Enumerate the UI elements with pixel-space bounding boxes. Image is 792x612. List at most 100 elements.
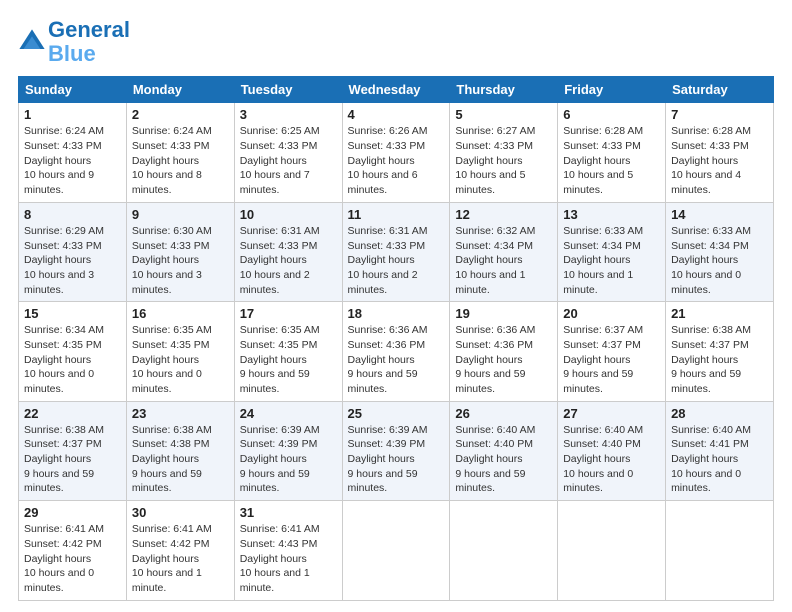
calendar-week-row: 15 Sunrise: 6:34 AM Sunset: 4:35 PM Dayl… <box>19 302 774 401</box>
day-info: Sunrise: 6:30 AM Sunset: 4:33 PM Dayligh… <box>132 224 229 297</box>
day-number: 23 <box>132 406 229 421</box>
day-number: 29 <box>24 505 121 520</box>
day-number: 12 <box>455 207 552 222</box>
calendar-day-cell: 5 Sunrise: 6:27 AM Sunset: 4:33 PM Dayli… <box>450 103 558 202</box>
day-number: 4 <box>348 107 445 122</box>
day-info: Sunrise: 6:35 AM Sunset: 4:35 PM Dayligh… <box>240 323 337 396</box>
day-number: 17 <box>240 306 337 321</box>
calendar-week-row: 29 Sunrise: 6:41 AM Sunset: 4:42 PM Dayl… <box>19 501 774 600</box>
day-number: 26 <box>455 406 552 421</box>
calendar-day-cell: 4 Sunrise: 6:26 AM Sunset: 4:33 PM Dayli… <box>342 103 450 202</box>
weekday-header-thursday: Thursday <box>450 77 558 103</box>
logo-text: GeneralBlue <box>48 18 130 66</box>
calendar-header-row: SundayMondayTuesdayWednesdayThursdayFrid… <box>19 77 774 103</box>
day-info: Sunrise: 6:40 AM Sunset: 4:40 PM Dayligh… <box>455 423 552 496</box>
header: GeneralBlue <box>18 18 774 66</box>
calendar-day-cell: 27 Sunrise: 6:40 AM Sunset: 4:40 PM Dayl… <box>558 401 666 500</box>
day-number: 30 <box>132 505 229 520</box>
calendar-day-cell: 2 Sunrise: 6:24 AM Sunset: 4:33 PM Dayli… <box>126 103 234 202</box>
calendar-day-cell: 10 Sunrise: 6:31 AM Sunset: 4:33 PM Dayl… <box>234 202 342 301</box>
calendar-day-cell: 8 Sunrise: 6:29 AM Sunset: 4:33 PM Dayli… <box>19 202 127 301</box>
day-number: 10 <box>240 207 337 222</box>
day-info: Sunrise: 6:33 AM Sunset: 4:34 PM Dayligh… <box>563 224 660 297</box>
calendar-day-cell: 24 Sunrise: 6:39 AM Sunset: 4:39 PM Dayl… <box>234 401 342 500</box>
calendar: SundayMondayTuesdayWednesdayThursdayFrid… <box>18 76 774 600</box>
day-number: 27 <box>563 406 660 421</box>
calendar-day-cell: 9 Sunrise: 6:30 AM Sunset: 4:33 PM Dayli… <box>126 202 234 301</box>
calendar-day-cell: 26 Sunrise: 6:40 AM Sunset: 4:40 PM Dayl… <box>450 401 558 500</box>
day-info: Sunrise: 6:27 AM Sunset: 4:33 PM Dayligh… <box>455 124 552 197</box>
calendar-week-row: 22 Sunrise: 6:38 AM Sunset: 4:37 PM Dayl… <box>19 401 774 500</box>
day-info: Sunrise: 6:40 AM Sunset: 4:40 PM Dayligh… <box>563 423 660 496</box>
calendar-day-cell: 21 Sunrise: 6:38 AM Sunset: 4:37 PM Dayl… <box>666 302 774 401</box>
empty-cell <box>558 501 666 600</box>
day-info: Sunrise: 6:38 AM Sunset: 4:37 PM Dayligh… <box>671 323 768 396</box>
empty-cell <box>666 501 774 600</box>
calendar-week-row: 8 Sunrise: 6:29 AM Sunset: 4:33 PM Dayli… <box>19 202 774 301</box>
calendar-day-cell: 6 Sunrise: 6:28 AM Sunset: 4:33 PM Dayli… <box>558 103 666 202</box>
day-info: Sunrise: 6:38 AM Sunset: 4:37 PM Dayligh… <box>24 423 121 496</box>
calendar-day-cell: 17 Sunrise: 6:35 AM Sunset: 4:35 PM Dayl… <box>234 302 342 401</box>
calendar-day-cell: 19 Sunrise: 6:36 AM Sunset: 4:36 PM Dayl… <box>450 302 558 401</box>
day-number: 6 <box>563 107 660 122</box>
day-info: Sunrise: 6:41 AM Sunset: 4:42 PM Dayligh… <box>132 522 229 595</box>
day-number: 21 <box>671 306 768 321</box>
calendar-day-cell: 25 Sunrise: 6:39 AM Sunset: 4:39 PM Dayl… <box>342 401 450 500</box>
day-info: Sunrise: 6:28 AM Sunset: 4:33 PM Dayligh… <box>563 124 660 197</box>
day-info: Sunrise: 6:41 AM Sunset: 4:43 PM Dayligh… <box>240 522 337 595</box>
day-info: Sunrise: 6:31 AM Sunset: 4:33 PM Dayligh… <box>240 224 337 297</box>
calendar-week-row: 1 Sunrise: 6:24 AM Sunset: 4:33 PM Dayli… <box>19 103 774 202</box>
calendar-day-cell: 22 Sunrise: 6:38 AM Sunset: 4:37 PM Dayl… <box>19 401 127 500</box>
day-number: 15 <box>24 306 121 321</box>
weekday-header-monday: Monday <box>126 77 234 103</box>
day-number: 20 <box>563 306 660 321</box>
calendar-day-cell: 14 Sunrise: 6:33 AM Sunset: 4:34 PM Dayl… <box>666 202 774 301</box>
day-number: 31 <box>240 505 337 520</box>
day-number: 3 <box>240 107 337 122</box>
day-number: 9 <box>132 207 229 222</box>
calendar-day-cell: 30 Sunrise: 6:41 AM Sunset: 4:42 PM Dayl… <box>126 501 234 600</box>
day-info: Sunrise: 6:39 AM Sunset: 4:39 PM Dayligh… <box>240 423 337 496</box>
logo: GeneralBlue <box>18 18 130 66</box>
day-info: Sunrise: 6:28 AM Sunset: 4:33 PM Dayligh… <box>671 124 768 197</box>
day-info: Sunrise: 6:39 AM Sunset: 4:39 PM Dayligh… <box>348 423 445 496</box>
calendar-day-cell: 20 Sunrise: 6:37 AM Sunset: 4:37 PM Dayl… <box>558 302 666 401</box>
page: GeneralBlue SundayMondayTuesdayWednesday… <box>0 0 792 612</box>
day-info: Sunrise: 6:38 AM Sunset: 4:38 PM Dayligh… <box>132 423 229 496</box>
calendar-day-cell: 3 Sunrise: 6:25 AM Sunset: 4:33 PM Dayli… <box>234 103 342 202</box>
weekday-header-wednesday: Wednesday <box>342 77 450 103</box>
calendar-day-cell: 13 Sunrise: 6:33 AM Sunset: 4:34 PM Dayl… <box>558 202 666 301</box>
day-number: 18 <box>348 306 445 321</box>
day-info: Sunrise: 6:24 AM Sunset: 4:33 PM Dayligh… <box>24 124 121 197</box>
weekday-header-saturday: Saturday <box>666 77 774 103</box>
weekday-header-tuesday: Tuesday <box>234 77 342 103</box>
day-number: 7 <box>671 107 768 122</box>
calendar-day-cell: 15 Sunrise: 6:34 AM Sunset: 4:35 PM Dayl… <box>19 302 127 401</box>
day-info: Sunrise: 6:24 AM Sunset: 4:33 PM Dayligh… <box>132 124 229 197</box>
day-number: 2 <box>132 107 229 122</box>
calendar-day-cell: 23 Sunrise: 6:38 AM Sunset: 4:38 PM Dayl… <box>126 401 234 500</box>
calendar-day-cell: 16 Sunrise: 6:35 AM Sunset: 4:35 PM Dayl… <box>126 302 234 401</box>
day-number: 19 <box>455 306 552 321</box>
weekday-header-friday: Friday <box>558 77 666 103</box>
day-info: Sunrise: 6:36 AM Sunset: 4:36 PM Dayligh… <box>455 323 552 396</box>
calendar-day-cell: 12 Sunrise: 6:32 AM Sunset: 4:34 PM Dayl… <box>450 202 558 301</box>
calendar-day-cell: 11 Sunrise: 6:31 AM Sunset: 4:33 PM Dayl… <box>342 202 450 301</box>
day-info: Sunrise: 6:33 AM Sunset: 4:34 PM Dayligh… <box>671 224 768 297</box>
empty-cell <box>450 501 558 600</box>
day-number: 13 <box>563 207 660 222</box>
empty-cell <box>342 501 450 600</box>
calendar-day-cell: 29 Sunrise: 6:41 AM Sunset: 4:42 PM Dayl… <box>19 501 127 600</box>
day-info: Sunrise: 6:26 AM Sunset: 4:33 PM Dayligh… <box>348 124 445 197</box>
calendar-day-cell: 7 Sunrise: 6:28 AM Sunset: 4:33 PM Dayli… <box>666 103 774 202</box>
day-info: Sunrise: 6:32 AM Sunset: 4:34 PM Dayligh… <box>455 224 552 297</box>
day-info: Sunrise: 6:37 AM Sunset: 4:37 PM Dayligh… <box>563 323 660 396</box>
day-number: 25 <box>348 406 445 421</box>
day-number: 11 <box>348 207 445 222</box>
calendar-day-cell: 31 Sunrise: 6:41 AM Sunset: 4:43 PM Dayl… <box>234 501 342 600</box>
day-info: Sunrise: 6:36 AM Sunset: 4:36 PM Dayligh… <box>348 323 445 396</box>
day-info: Sunrise: 6:40 AM Sunset: 4:41 PM Dayligh… <box>671 423 768 496</box>
day-number: 16 <box>132 306 229 321</box>
day-info: Sunrise: 6:25 AM Sunset: 4:33 PM Dayligh… <box>240 124 337 197</box>
day-info: Sunrise: 6:29 AM Sunset: 4:33 PM Dayligh… <box>24 224 121 297</box>
